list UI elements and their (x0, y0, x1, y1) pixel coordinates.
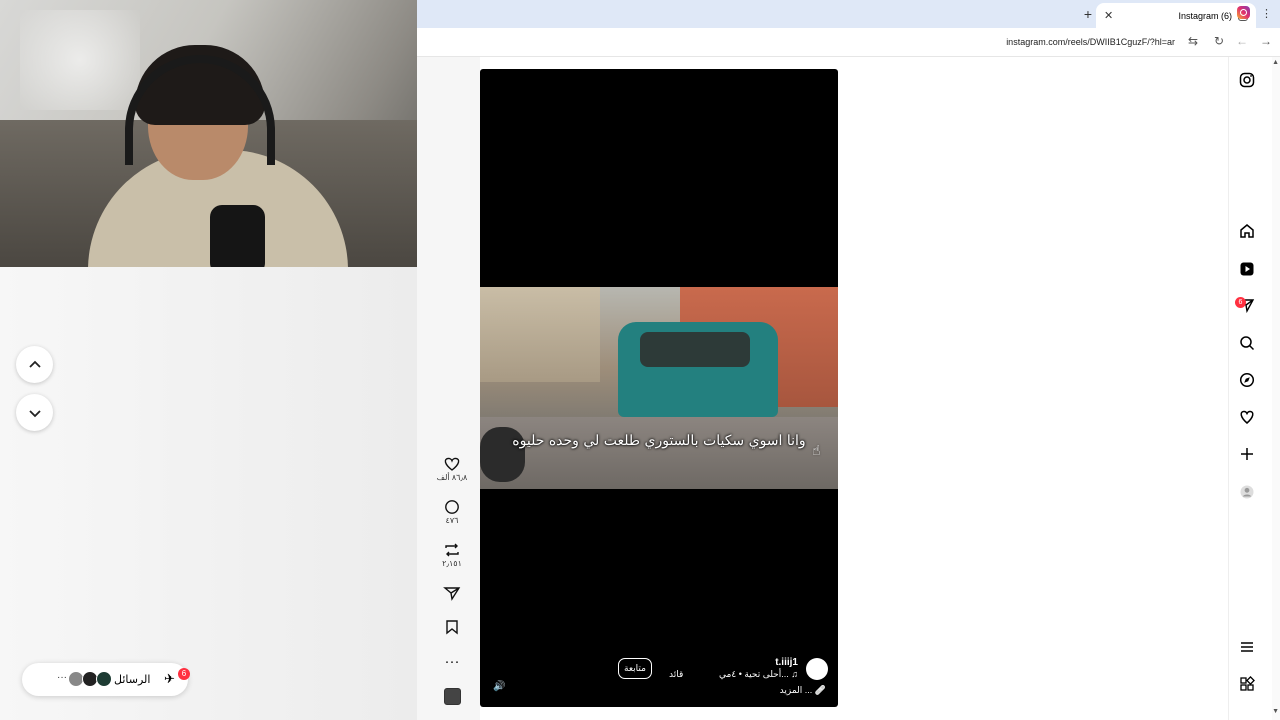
mouse-cursor-icon: ☝ (812, 442, 821, 458)
back-icon[interactable]: → (1260, 34, 1272, 48)
share-action[interactable] (430, 585, 474, 601)
messages-button[interactable]: ··· الرسائل ✈ 6 (22, 663, 190, 696)
messages-badge: 6 (178, 668, 190, 680)
url-field[interactable]: instagram.com/reels/DWIIB1CguzF/?hl=ar (1006, 37, 1175, 47)
comment-count: ٤٧٦ (445, 516, 459, 525)
reel-author-avatar[interactable] (806, 658, 828, 680)
scroll-down-icon[interactable]: ▼ (1272, 708, 1279, 715)
reel-player[interactable]: وانا اسوي سكيات بالستوري طلعت لي وحده حل… (480, 69, 838, 707)
page-scrollbar[interactable] (1272, 57, 1280, 720)
reel-video[interactable]: وانا اسوي سكيات بالستوري طلعت لي وحده حل… (480, 287, 838, 489)
webcam-overlay (0, 0, 417, 267)
next-reel-button[interactable] (16, 394, 53, 431)
reel-username[interactable]: t.iiij1 (775, 657, 798, 668)
chevron-up-icon (28, 360, 41, 368)
reel-caption: وانا اسوي سكيات بالستوري طلعت لي وحده حل… (512, 433, 806, 449)
like-count: ٨٦٫٨ ألف (436, 473, 468, 482)
tab-instagram[interactable]: (6) Instagram ✕ (1096, 3, 1256, 28)
new-tab-button[interactable]: + (1084, 6, 1092, 22)
reels-icon[interactable] (1237, 261, 1257, 281)
create-icon[interactable] (1237, 446, 1257, 466)
browser-menu-icon[interactable]: ⋮ (1261, 7, 1272, 20)
chevron-down-icon (28, 409, 41, 417)
bookmark-icon (446, 620, 458, 635)
volume-icon[interactable]: 🔊 (493, 681, 505, 692)
more-icon: ··· (444, 653, 460, 670)
share-icon (443, 587, 461, 601)
messages-icon: ✈ (164, 671, 175, 686)
left-background (0, 267, 417, 720)
reel-audio-label[interactable]: ♫ ...أحلى تحية • ٤مي (719, 669, 798, 680)
notification-badge: 6 (1235, 297, 1246, 308)
follow-button[interactable]: متابعة (618, 658, 652, 679)
messages-more: ··· (57, 672, 67, 683)
previous-reel-button[interactable] (16, 346, 53, 383)
more-options-action[interactable]: ··· (430, 653, 474, 670)
repost-icon (445, 543, 459, 557)
repost-count: ٢٫١٥١ (442, 559, 462, 568)
tab-title: (6) Instagram (1178, 10, 1232, 21)
heart-icon (444, 457, 460, 471)
site-settings-icon[interactable]: ⇆ (1188, 34, 1198, 48)
instagram-icon[interactable] (1237, 72, 1257, 92)
scroll-up-icon[interactable]: ▲ (1272, 59, 1279, 66)
repost-action[interactable]: ٢٫١٥١ (430, 542, 474, 568)
reel-more-link[interactable]: قائد (669, 669, 683, 680)
like-action[interactable]: ٨٦٫٨ ألف (430, 456, 474, 482)
audio-thumbnail[interactable] (444, 688, 461, 705)
instagram-extension-icon[interactable] (1237, 6, 1250, 19)
comment-action[interactable]: ٤٧٦ (430, 499, 474, 525)
profile-icon[interactable] (1237, 484, 1257, 504)
avatar (96, 671, 112, 687)
reel-description[interactable]: 🩹 ... المزيد (780, 685, 826, 696)
home-icon[interactable] (1237, 223, 1257, 243)
tab-close-icon[interactable]: ✕ (1104, 9, 1113, 22)
forward-icon[interactable]: ← (1236, 34, 1248, 48)
menu-icon[interactable] (1237, 639, 1257, 659)
page: + (6) Instagram ✕ ⋮ instagram.com/reels/… (0, 0, 1280, 720)
messages-label: الرسائل (114, 674, 151, 686)
reload-icon[interactable]: ↻ (1214, 34, 1224, 48)
comment-icon (445, 500, 459, 514)
heart-nav-icon[interactable] (1237, 409, 1257, 429)
explore-icon[interactable] (1237, 372, 1257, 392)
save-action[interactable] (430, 619, 474, 635)
apps-icon[interactable] (1237, 676, 1257, 696)
search-icon[interactable] (1237, 335, 1257, 355)
